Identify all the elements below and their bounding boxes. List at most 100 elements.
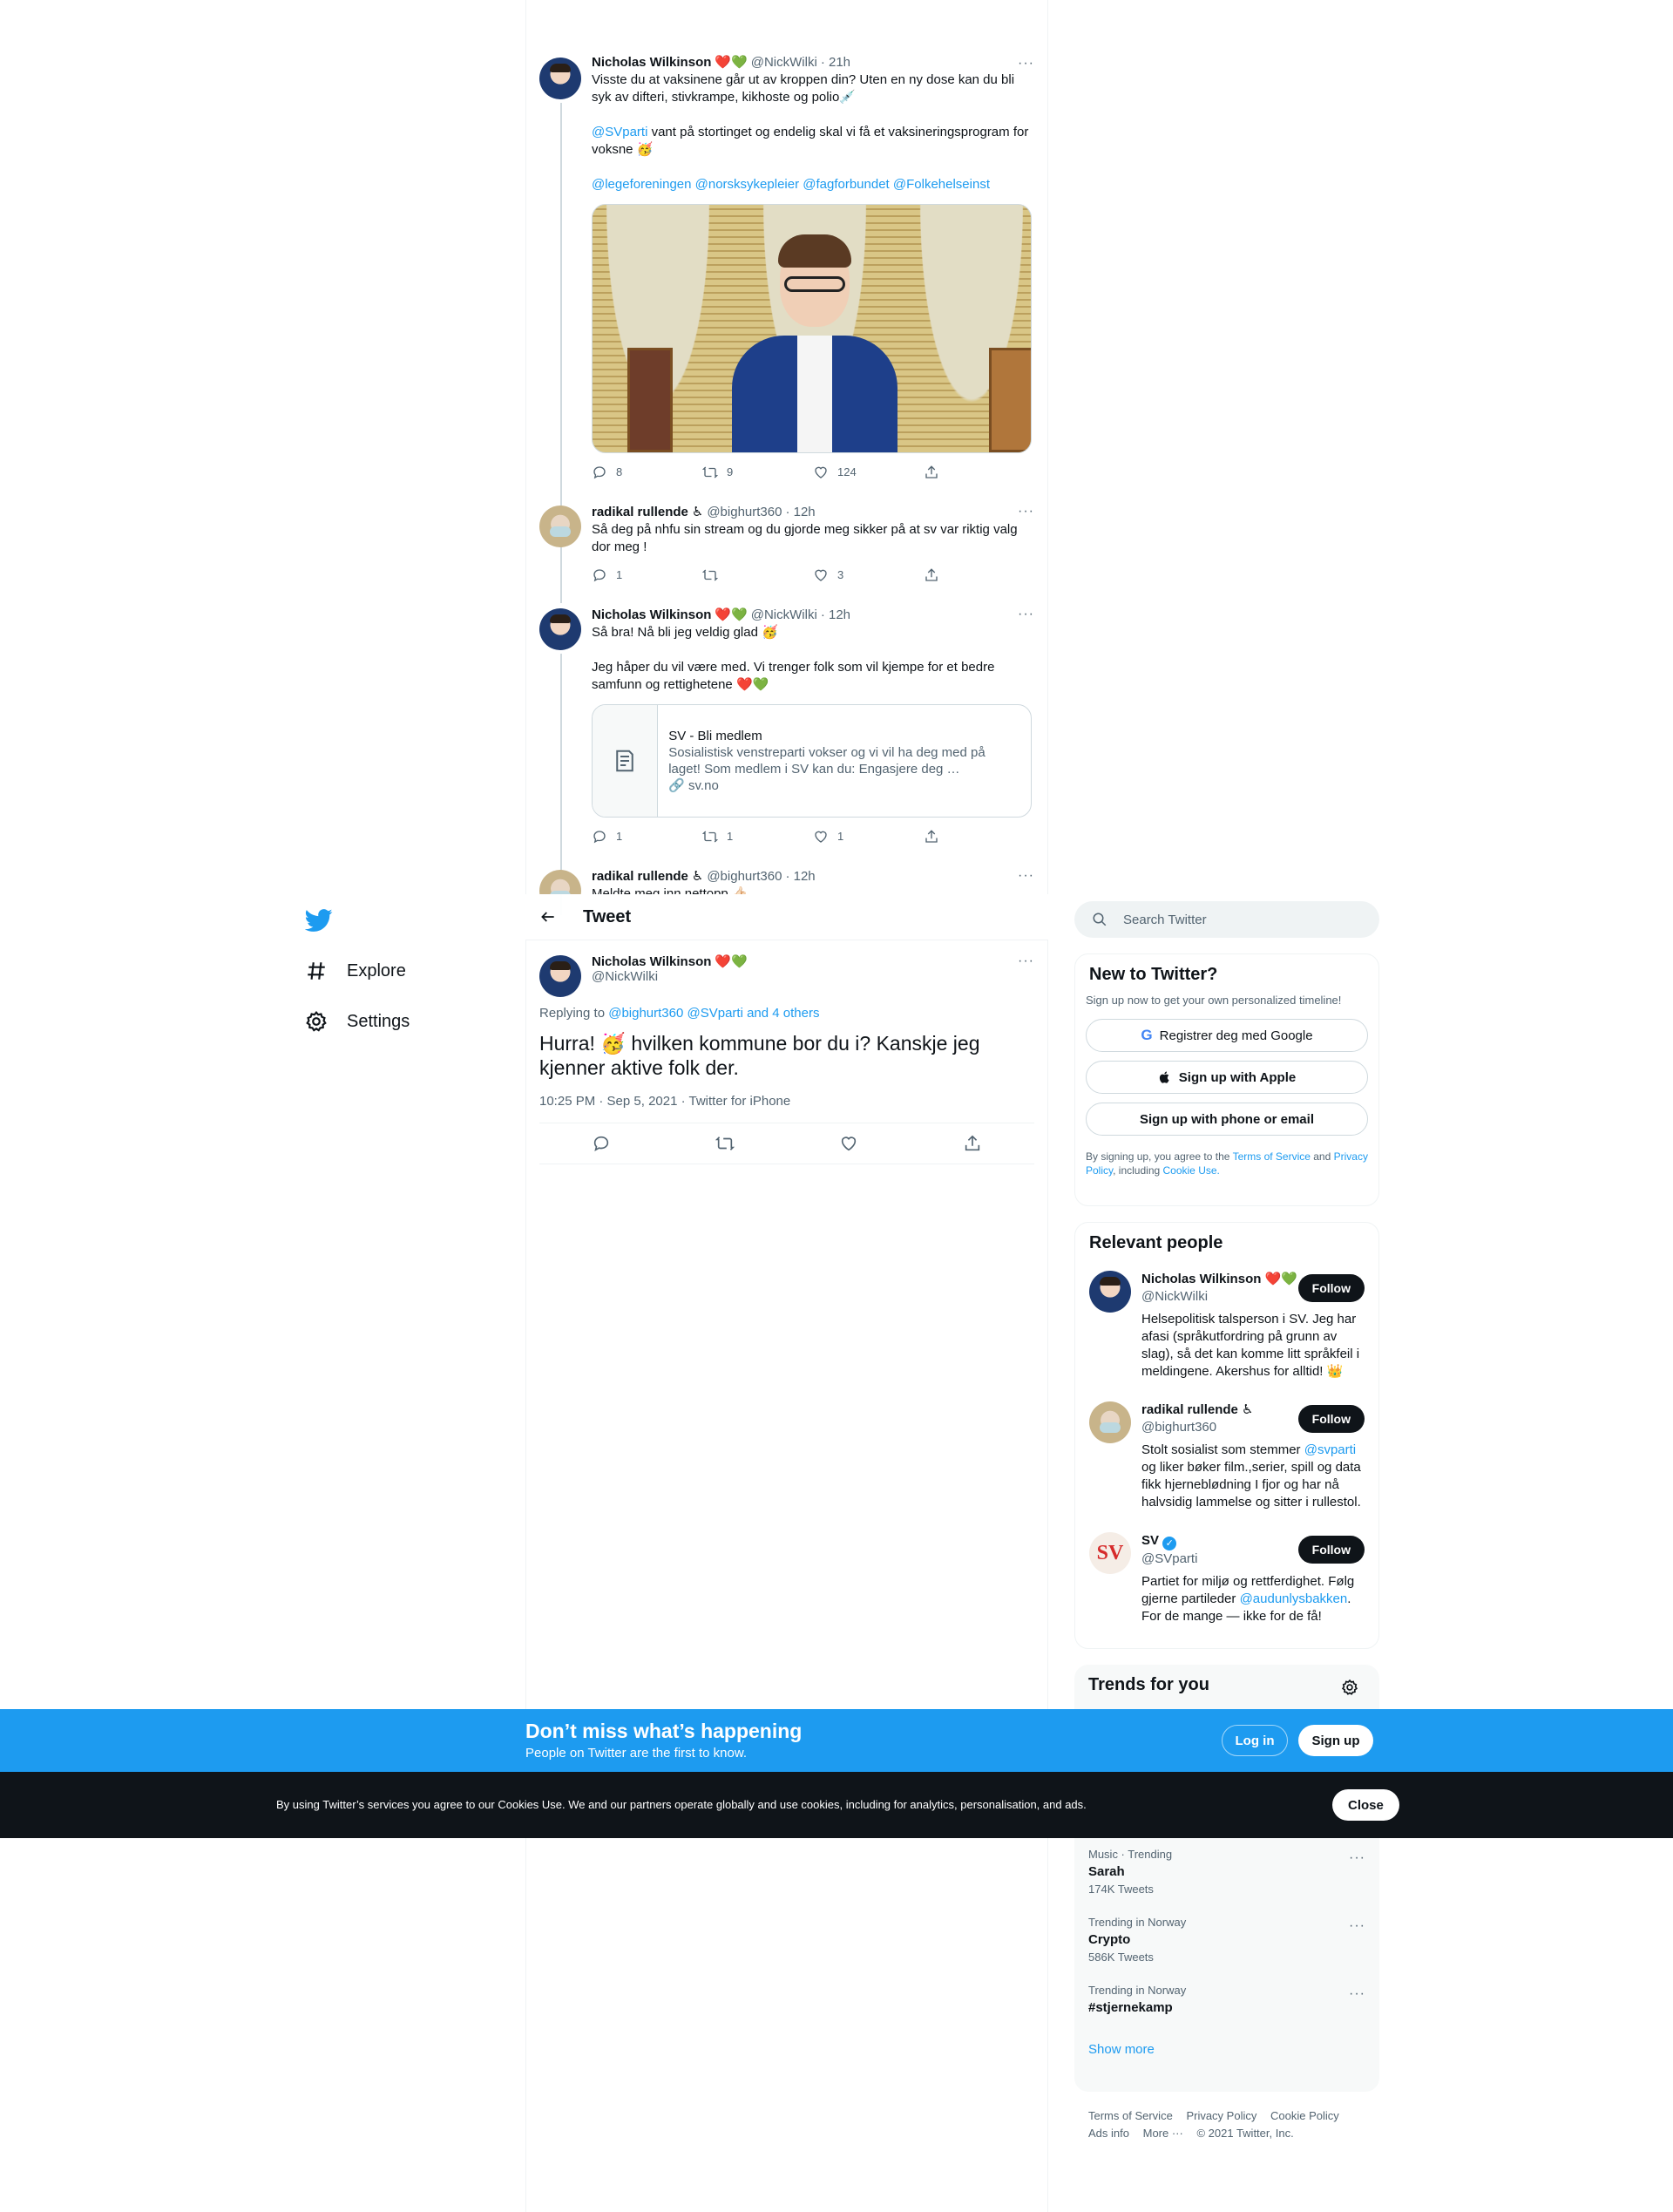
- reply-button[interactable]: 1: [592, 567, 702, 584]
- link-card[interactable]: SV - Bli medlem Sosialistisk venstrepart…: [592, 704, 1032, 818]
- footer-privacy-link[interactable]: Privacy Policy: [1186, 2109, 1256, 2122]
- retweet-button[interactable]: [702, 567, 813, 584]
- tweet-time[interactable]: · 12h: [785, 868, 815, 885]
- person-name[interactable]: SV: [1141, 1533, 1159, 1548]
- tweet-time[interactable]: · 21h: [821, 54, 850, 71]
- author-name[interactable]: radikal rullende: [592, 504, 688, 521]
- avatar[interactable]: [539, 58, 581, 99]
- nav-settings[interactable]: Settings: [305, 1010, 410, 1033]
- trend-item[interactable]: Trending in Norway #stjernekamp ···: [1074, 1974, 1379, 2026]
- more-icon[interactable]: ···: [1018, 56, 1034, 71]
- avatar[interactable]: [1089, 1271, 1131, 1313]
- trend-category: Music · Trending: [1088, 1848, 1173, 1861]
- apple-signup-button[interactable]: Sign up with Apple: [1086, 1061, 1368, 1094]
- cookie-use-link[interactable]: Cookie Use.: [1163, 1164, 1220, 1177]
- person-row[interactable]: radikal rullende ♿ @bighurt360 Stolt sos…: [1075, 1391, 1378, 1522]
- twitter-bird-icon[interactable]: [305, 906, 333, 934]
- more-icon[interactable]: ···: [1349, 1850, 1365, 1866]
- footer-ads-link[interactable]: Ads info: [1088, 2127, 1129, 2140]
- footer-more-link[interactable]: More ···: [1143, 2127, 1183, 2140]
- follow-button[interactable]: Follow: [1297, 1274, 1365, 1302]
- author-handle[interactable]: @bighurt360: [707, 504, 782, 521]
- avatar[interactable]: [539, 870, 581, 894]
- author-name[interactable]: Nicholas Wilkinson: [592, 54, 711, 71]
- share-button[interactable]: [924, 567, 1034, 584]
- follow-button[interactable]: Follow: [1297, 1405, 1365, 1433]
- tweet-time[interactable]: · 12h: [785, 504, 815, 521]
- apple-icon: [1159, 1071, 1169, 1083]
- reply-button[interactable]: 1: [592, 828, 702, 845]
- follow-button[interactable]: Follow: [1297, 1536, 1365, 1564]
- tweet-photo[interactable]: [592, 204, 1032, 453]
- more-icon[interactable]: ···: [1018, 868, 1034, 884]
- avatar[interactable]: SV: [1089, 1532, 1131, 1574]
- mention-link[interactable]: @SVparti: [592, 125, 647, 139]
- panel-title: Relevant people: [1089, 1233, 1223, 1252]
- author-handle[interactable]: @bighurt360: [707, 868, 782, 885]
- author-name[interactable]: Nicholas Wilkinson: [592, 954, 711, 969]
- thread-tweet-3[interactable]: ··· Nicholas Wilkinson ❤️💚 @NickWilki · …: [525, 607, 1048, 915]
- author-handle[interactable]: @NickWilki: [592, 969, 1034, 984]
- author-name[interactable]: Nicholas Wilkinson: [592, 607, 711, 624]
- author-handle[interactable]: @NickWilki: [751, 54, 817, 71]
- gear-icon[interactable]: [1341, 1679, 1358, 1696]
- thread-tweet-2[interactable]: ··· radikal rullende ♿ @bighurt360 · 12h…: [525, 504, 1048, 603]
- author-emoji: ❤️💚: [715, 607, 748, 622]
- person-row[interactable]: Nicholas Wilkinson ❤️💚 @NickWilki Helsep…: [1075, 1260, 1378, 1391]
- phone-signup-button[interactable]: Sign up with phone or email: [1086, 1103, 1368, 1136]
- retweet-button[interactable]: 1: [702, 828, 813, 845]
- avatar[interactable]: [539, 955, 581, 997]
- footer-cookie-link[interactable]: Cookie Policy: [1270, 2109, 1339, 2122]
- thread-tweet-1[interactable]: ··· Nicholas Wilkinson ❤️💚 @NickWilki · …: [525, 54, 1048, 556]
- share-button[interactable]: [924, 464, 1034, 481]
- show-more-link[interactable]: Show more: [1074, 2026, 1379, 2073]
- avatar[interactable]: [539, 608, 581, 650]
- share-button[interactable]: [924, 828, 1034, 845]
- person-bio: Partiet for miljø og rettferdighet. Følg…: [1141, 1574, 1355, 1624]
- reply-icon[interactable]: [592, 1134, 611, 1153]
- bio-mention-link[interactable]: @audunlysbakken: [1240, 1591, 1348, 1606]
- trend-item[interactable]: Trending in Norway Crypto 586K Tweets ··…: [1074, 1906, 1379, 1974]
- trend-item[interactable]: Music · Trending Sarah 174K Tweets ···: [1074, 1838, 1379, 1906]
- footer-copyright: © 2021 Twitter, Inc.: [1196, 2127, 1294, 2140]
- replying-to-links[interactable]: @bighurt360 @SVparti and 4 others: [608, 1006, 819, 1021]
- tweet-tags[interactable]: @legeforeningen @norsksykepleier @fagfor…: [592, 176, 1034, 193]
- tweet-time[interactable]: · 12h: [821, 607, 850, 624]
- person-row[interactable]: SV SV ✓ @SVparti Partiet for miljø og re…: [1075, 1522, 1378, 1636]
- avatar[interactable]: [1089, 1401, 1131, 1443]
- tweet-timestamp[interactable]: 10:25 PM · Sep 5, 2021 · Twitter for iPh…: [539, 1094, 1034, 1109]
- person-name[interactable]: Nicholas Wilkinson: [1141, 1272, 1261, 1286]
- back-arrow-icon[interactable]: [539, 908, 557, 926]
- nav-explore[interactable]: Explore: [305, 960, 406, 982]
- retweet-icon[interactable]: [715, 1134, 735, 1153]
- author-handle[interactable]: @NickWilki: [751, 607, 817, 624]
- share-icon: [925, 568, 938, 581]
- retweet-button[interactable]: 9: [702, 464, 813, 481]
- share-icon[interactable]: [963, 1134, 982, 1153]
- author-name[interactable]: radikal rullende: [592, 868, 688, 885]
- like-button[interactable]: 3: [813, 567, 924, 584]
- reply-icon: [593, 569, 606, 582]
- more-icon[interactable]: ···: [1349, 1918, 1365, 1934]
- like-button[interactable]: 124: [813, 464, 924, 481]
- more-icon[interactable]: ···: [1349, 1986, 1365, 2002]
- footer-terms-link[interactable]: Terms of Service: [1088, 2109, 1173, 2122]
- search-input[interactable]: Search Twitter: [1074, 901, 1379, 938]
- author-emoji: ♿: [691, 505, 704, 519]
- more-icon[interactable]: ···: [1018, 607, 1034, 622]
- cookie-close-button[interactable]: Close: [1332, 1789, 1399, 1821]
- reply-button[interactable]: 8: [592, 464, 702, 481]
- heart-icon[interactable]: [839, 1134, 858, 1153]
- relevant-people-panel: Relevant people Nicholas Wilkinson ❤️💚 @…: [1074, 1222, 1379, 1649]
- more-icon[interactable]: ···: [1018, 504, 1034, 519]
- like-button[interactable]: 1: [813, 828, 924, 845]
- person-name[interactable]: radikal rullende: [1141, 1402, 1238, 1417]
- thread-tweet-4[interactable]: ··· radikal rullende ♿ @bighurt360 · 12h…: [525, 868, 1048, 894]
- more-icon[interactable]: ···: [1018, 953, 1034, 969]
- avatar[interactable]: [539, 506, 581, 547]
- bio-mention-link[interactable]: @svparti: [1304, 1442, 1356, 1457]
- signup-button[interactable]: Sign up: [1298, 1725, 1373, 1756]
- login-button[interactable]: Log in: [1222, 1725, 1288, 1756]
- terms-link[interactable]: Terms of Service: [1233, 1150, 1311, 1163]
- google-signup-button[interactable]: G Registrer deg med Google: [1086, 1019, 1368, 1052]
